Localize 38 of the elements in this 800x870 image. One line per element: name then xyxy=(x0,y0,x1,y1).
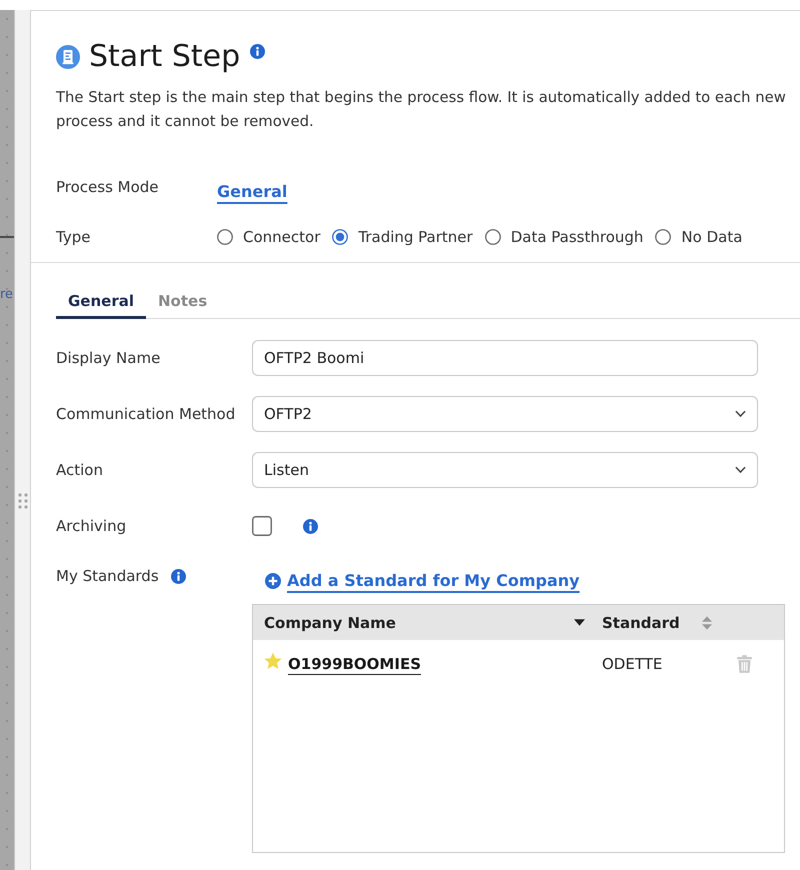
page-title: Start Step xyxy=(89,39,240,75)
text-field[interactable]: OFTP2 Boomi xyxy=(252,340,758,376)
document-icon xyxy=(56,45,80,69)
field-label: Display Name xyxy=(56,348,162,369)
table-cell: ODETTE xyxy=(602,654,662,672)
radio-label[interactable]: Trading Partner xyxy=(358,223,473,251)
chevron-down-icon xyxy=(735,410,746,418)
field-label: Process Mode xyxy=(56,177,160,198)
radio-button[interactable] xyxy=(484,229,501,245)
description-text: The Start step is the main step that begins the process flow. It is automatically added to each new process and it cannot be removed. xyxy=(56,88,787,132)
field-label: Type xyxy=(56,227,92,248)
radio-button[interactable] xyxy=(217,229,233,245)
company-link[interactable]: O1999BOOMIES xyxy=(288,654,421,672)
radio-label[interactable]: No Data xyxy=(681,223,742,251)
info-icon[interactable] xyxy=(250,44,266,59)
tab[interactable]: General xyxy=(56,291,146,319)
column-header[interactable]: Company Name xyxy=(253,605,591,640)
drag-handle-icon[interactable] xyxy=(18,493,28,509)
field-label: My Standards xyxy=(56,566,159,587)
info-icon[interactable] xyxy=(303,518,318,534)
add-standard-link[interactable]: Add a Standard for My Company xyxy=(265,569,580,593)
checkbox[interactable] xyxy=(252,516,272,536)
select-field[interactable]: Listen xyxy=(252,452,758,488)
column-header[interactable]: Standard xyxy=(591,605,721,640)
select-field[interactable]: OFTP2 xyxy=(252,396,758,432)
radio-button[interactable] xyxy=(655,229,672,245)
star-icon[interactable] xyxy=(264,652,282,670)
radio-label[interactable]: Data Passthrough xyxy=(510,223,644,251)
chevron-down-icon xyxy=(735,466,746,474)
radio-button[interactable] xyxy=(332,229,348,245)
process-mode-link[interactable]: General xyxy=(217,178,288,206)
field-label: Communication Method xyxy=(56,404,236,425)
info-icon[interactable] xyxy=(170,568,186,584)
plus-circle-icon xyxy=(265,573,281,589)
field-label: Action xyxy=(56,460,104,481)
radio-label[interactable]: Connector xyxy=(243,223,320,251)
connector-line xyxy=(0,236,14,238)
field-label: Archiving xyxy=(56,516,128,537)
